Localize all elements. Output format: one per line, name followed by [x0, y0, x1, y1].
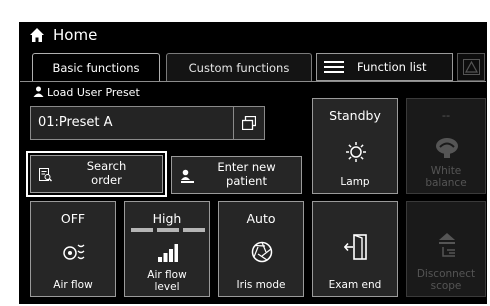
air-flow-status: OFF — [60, 211, 86, 226]
disconnect-scope-line2: scope — [430, 280, 462, 292]
air-flow-level-button[interactable]: High Air flow level — [124, 201, 210, 297]
warning-button[interactable] — [457, 53, 485, 81]
basic-functions-panel: Load User Preset 01:Preset A Search orde… — [20, 81, 486, 306]
endoscope-screen: Home Basic functions Custom functions Fu… — [19, 22, 487, 304]
search-order-button[interactable]: Search order — [30, 155, 163, 193]
iris-mode-button[interactable]: Auto Iris mode — [218, 201, 304, 297]
preset-value: 01:Preset A — [38, 115, 113, 130]
air-flow-button[interactable]: OFF Air flow — [30, 201, 116, 297]
white-balance-status: -- — [441, 108, 451, 122]
warning-icon — [463, 59, 480, 75]
white-balance-icon — [436, 138, 458, 158]
enter-patient-line2: patient — [226, 174, 267, 188]
air-flow-level-status: High — [152, 211, 182, 226]
preset-list-button[interactable] — [233, 107, 264, 139]
disconnect-scope-button[interactable]: Disconnect scope — [406, 201, 486, 297]
enter-new-patient-button[interactable]: Enter new patient — [171, 156, 302, 194]
preset-select[interactable]: 01:Preset A — [30, 106, 265, 140]
lamp-status: Standby — [329, 108, 381, 123]
white-balance-button[interactable]: -- White balance — [406, 98, 486, 194]
lamp-icon — [346, 142, 366, 162]
user-preset-icon — [33, 86, 44, 97]
window-icon — [242, 116, 256, 130]
exam-end-button[interactable]: Exam end — [312, 201, 398, 297]
exit-door-icon — [344, 234, 367, 260]
tab-bar: Basic functions Custom functions Functio… — [20, 53, 486, 81]
load-user-preset-text: Load User Preset — [47, 86, 140, 99]
level-indicator-3 — [183, 228, 205, 232]
level-indicator-1 — [131, 228, 153, 232]
air-flow-level-line2: level — [154, 281, 180, 293]
search-order-line2: order — [91, 173, 122, 187]
load-user-preset-label: Load User Preset — [33, 86, 140, 99]
lamp-label: Lamp — [340, 176, 370, 188]
page-title: Home — [53, 26, 98, 44]
tab-custom-functions[interactable]: Custom functions — [166, 53, 312, 81]
home-icon — [30, 28, 44, 42]
iris-mode-label: Iris mode — [236, 279, 286, 291]
signal-level-icon — [158, 244, 178, 262]
white-balance-line2: balance — [425, 177, 467, 189]
air-flow-icon — [63, 244, 85, 260]
exam-end-label: Exam end — [328, 279, 382, 291]
menu-icon — [324, 61, 344, 73]
function-list-label: Function list — [357, 60, 427, 74]
iris-mode-status: Auto — [246, 211, 276, 226]
enter-patient-line1: Enter new — [217, 160, 276, 174]
lamp-button[interactable]: Standby Lamp — [312, 98, 398, 194]
air-flow-label: Air flow — [53, 279, 93, 291]
iris-icon — [251, 241, 273, 263]
tab-basic-functions[interactable]: Basic functions — [32, 53, 160, 81]
eject-scope-icon — [439, 233, 455, 257]
title-bar: Home — [20, 23, 486, 49]
level-indicator-2 — [157, 228, 179, 232]
search-order-line1: Search — [86, 159, 127, 173]
function-list-button[interactable]: Function list — [316, 53, 453, 81]
